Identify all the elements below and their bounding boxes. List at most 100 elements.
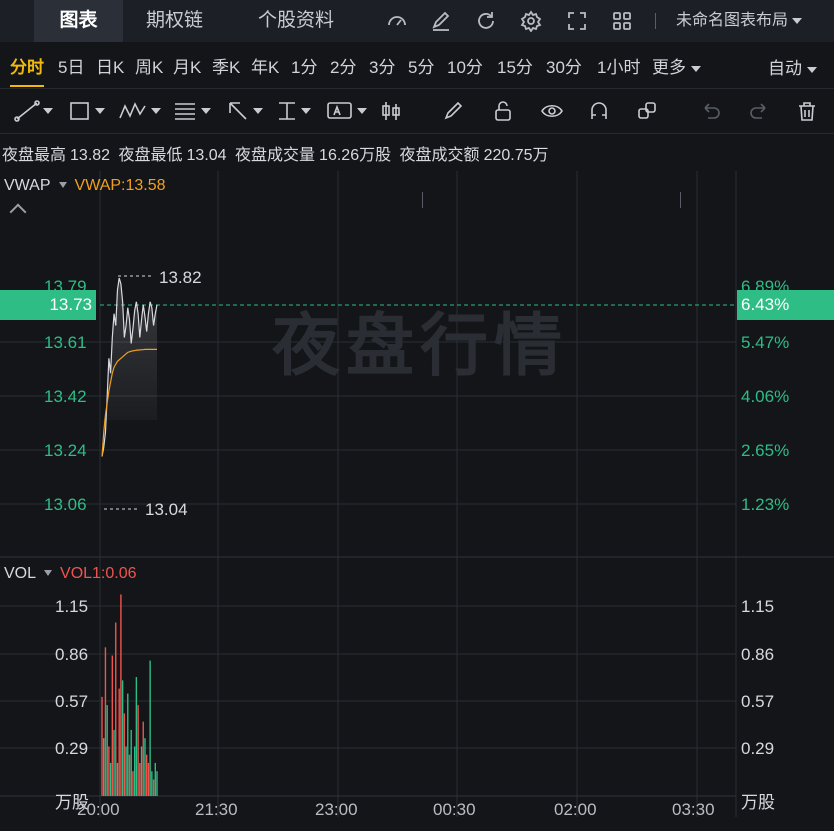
group-tool[interactable] <box>636 98 658 124</box>
vwap-indicator-header[interactable]: VWAP VWAP:13.58 <box>4 177 166 195</box>
layout-selector[interactable]: 未命名图表布局 <box>676 0 803 42</box>
pct-tick: 4.06% <box>741 387 790 406</box>
volume-bars <box>101 594 158 796</box>
current-price-label: 13.73 <box>0 290 96 320</box>
tab-option-chain[interactable]: 期权链 <box>146 0 203 42</box>
rectangle-icon <box>70 102 89 120</box>
arrow-tool[interactable] <box>226 98 263 124</box>
auto-scale-selector[interactable]: 自动 <box>768 54 817 79</box>
chevron-down-icon <box>301 108 311 114</box>
period-bar: 分时 5日 日K 周K 月K 季K 年K 1分 2分 3分 5分 10分 15分… <box>0 42 834 87</box>
period-30min[interactable]: 30分 <box>546 53 582 78</box>
arrow-icon <box>229 102 247 120</box>
pattern-tool[interactable] <box>118 98 161 124</box>
magnet-tool[interactable] <box>588 98 610 124</box>
period-1hour[interactable]: 1小时 <box>597 53 640 78</box>
stat-low-value: 13.04 <box>186 147 227 164</box>
text-tool[interactable] <box>326 98 367 124</box>
tab-chart[interactable]: 图表 <box>34 0 123 42</box>
night-session-stats: 夜盘最高 13.82 夜盘最低 13.04 夜盘成交量 16.26万股 夜盘成交额 22… <box>2 141 553 165</box>
volume-bar <box>103 738 105 796</box>
period-5d[interactable]: 5日 <box>58 53 84 78</box>
measure-tool[interactable] <box>276 98 311 124</box>
stat-high-value: 13.82 <box>70 147 111 164</box>
price-volume-chart[interactable] <box>0 171 834 831</box>
visibility-tool[interactable] <box>540 98 564 124</box>
period-10min[interactable]: 10分 <box>447 53 483 78</box>
session-low-marker: 13.04 <box>145 500 188 519</box>
stat-vol-value: 16.26万股 <box>319 147 392 164</box>
time-tick: 02:00 <box>554 800 597 819</box>
period-more-label: 更多 <box>652 58 686 77</box>
period-quarter[interactable]: 季K <box>212 53 240 78</box>
period-day[interactable]: 日K <box>96 53 124 78</box>
chevron-down-icon <box>253 108 263 114</box>
volume-bar <box>128 754 131 796</box>
candle-tool[interactable] <box>380 98 402 124</box>
undo-icon <box>704 103 720 119</box>
period-3min[interactable]: 3分 <box>369 53 395 78</box>
pct-tick: 2.65% <box>741 441 790 460</box>
period-month[interactable]: 月K <box>173 53 201 78</box>
top-bar: 图表 期权链 个股资料 未命名图表布局 <box>0 0 834 42</box>
chevron-down-icon[interactable] <box>58 182 67 188</box>
time-tick: 00:30 <box>433 800 476 819</box>
fullscreen-icon[interactable] <box>564 8 590 34</box>
rectangle-tool[interactable] <box>68 98 105 124</box>
vol-value: VOL1:0.06 <box>60 565 137 582</box>
volume-bar <box>115 622 117 796</box>
redo-icon <box>750 103 766 119</box>
vol-tick: 0.57 <box>741 692 775 711</box>
tab-stock-profile[interactable]: 个股资料 <box>258 0 334 42</box>
pencil-tool[interactable] <box>442 98 466 124</box>
refresh-icon[interactable] <box>473 8 499 34</box>
volume-bar <box>156 771 158 796</box>
trend-line-tool[interactable] <box>14 98 53 124</box>
drawing-toolbar <box>0 88 834 208</box>
volume-bar <box>137 705 139 796</box>
period-5min[interactable]: 5分 <box>408 53 434 78</box>
undo-button[interactable] <box>700 98 722 124</box>
time-tick: 20:00 <box>77 800 120 819</box>
trend-line-icon <box>14 100 40 122</box>
divider <box>655 13 656 29</box>
chevron-down-icon[interactable] <box>44 570 53 576</box>
speed-icon[interactable] <box>384 8 410 34</box>
price-tick: 13.61 <box>44 333 87 352</box>
volume-bar <box>132 771 134 796</box>
price-tick: 13.24 <box>44 441 87 460</box>
volume-bar <box>101 696 103 796</box>
vol-tick: 0.29 <box>55 739 89 758</box>
edit-icon[interactable] <box>428 8 454 34</box>
period-year[interactable]: 年K <box>251 53 279 78</box>
trash-icon <box>799 102 815 121</box>
period-week[interactable]: 周K <box>135 53 163 78</box>
redo-button[interactable] <box>748 98 770 124</box>
delete-button[interactable] <box>796 98 818 124</box>
period-15min[interactable]: 15分 <box>497 53 533 78</box>
volume-bar <box>152 779 155 796</box>
vol-indicator-header[interactable]: VOL VOL1:0.06 <box>4 565 137 583</box>
volume-bar <box>145 754 148 796</box>
chevron-down-icon <box>43 108 53 114</box>
volume-bar <box>111 655 114 796</box>
period-more[interactable]: 更多 <box>652 53 701 78</box>
vol-tick: 1.15 <box>55 597 89 616</box>
pencil-icon <box>444 101 463 120</box>
chevron-down-icon <box>792 17 803 24</box>
pct-tick: 5.47% <box>741 333 790 352</box>
chart-grid <box>0 171 834 817</box>
volume-bar <box>120 594 122 796</box>
volume-bar <box>116 762 119 796</box>
vol-tick: 1.15 <box>741 597 775 616</box>
settings-gear-icon[interactable] <box>518 8 544 34</box>
lock-tool[interactable] <box>492 98 514 124</box>
price-tick: 13.42 <box>44 387 87 406</box>
layout-name: 未命名图表布局 <box>676 12 789 29</box>
period-time-share[interactable]: 分时 <box>10 53 44 87</box>
grid-layout-icon[interactable] <box>609 8 635 34</box>
period-1min[interactable]: 1分 <box>291 53 317 78</box>
fibonacci-tool[interactable] <box>172 98 211 124</box>
volume-bar <box>125 746 127 796</box>
period-2min[interactable]: 2分 <box>330 53 356 78</box>
